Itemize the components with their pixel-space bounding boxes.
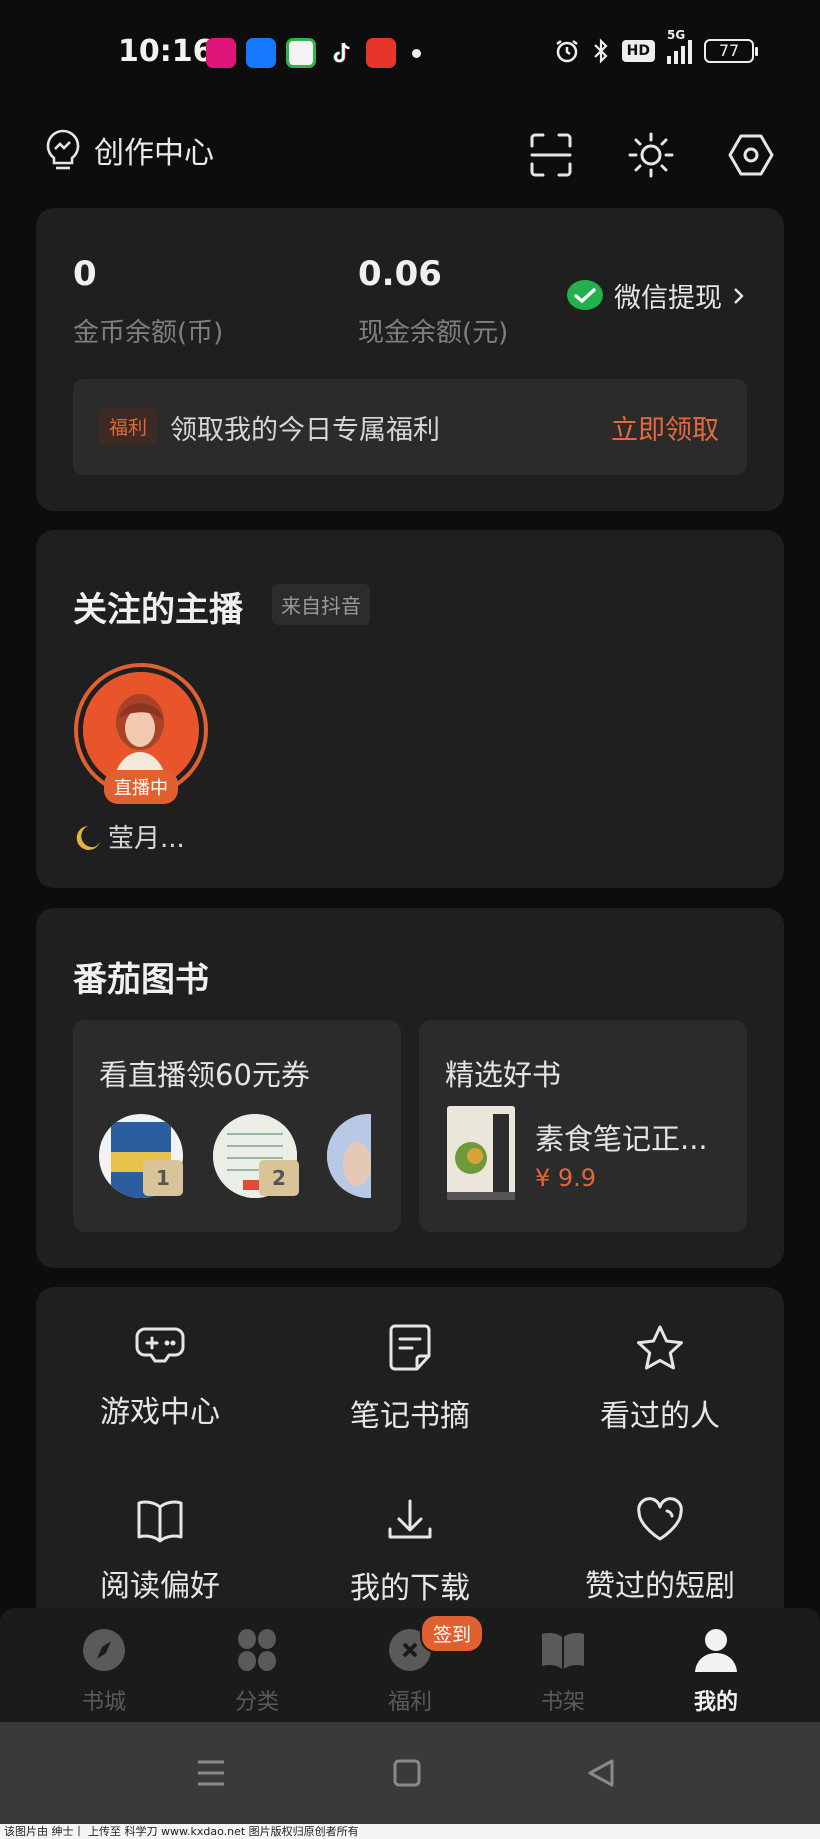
menu-item-reading-preference[interactable]: 阅读偏好 [45, 1497, 275, 1605]
rank-badge-1: 1 [143, 1160, 183, 1196]
nav-tab-mine[interactable]: 我的 [661, 1626, 771, 1716]
book-title: 素食笔记正... [535, 1122, 708, 1156]
nav-tab-bookstore[interactable]: 书城 [49, 1626, 159, 1716]
coin-balance-label: 金币余额(币) [73, 318, 224, 348]
heart-icon [637, 1497, 683, 1541]
settings-icon[interactable] [726, 130, 776, 180]
wechat-withdraw-label: 微信提现 [614, 283, 722, 314]
followed-anchors-title: 关注的主播 [73, 590, 243, 630]
nav-tab-bookshelf[interactable]: 书架 [508, 1626, 618, 1716]
more-notifications-dot [412, 48, 421, 58]
status-bar: 10:16 HD 5G 77 [0, 0, 820, 100]
menu-item-liked-dramas[interactable]: 赞过的短剧 [545, 1497, 775, 1605]
live-coupon-card[interactable]: 看直播领60元券 1 2 [73, 1020, 401, 1232]
alarm-icon [555, 40, 578, 63]
wechat-icon [567, 279, 603, 310]
download-icon [388, 1499, 432, 1539]
battery-indicator: 77 [704, 39, 758, 63]
58-app-icon [286, 38, 316, 68]
benefit-tag: 福利 [99, 408, 158, 445]
featured-books-title: 精选好书 [445, 1058, 562, 1092]
menu-item-downloads[interactable]: 我的下载 [295, 1497, 525, 1607]
menu-icon[interactable] [196, 1758, 226, 1788]
anchor-photo [83, 672, 197, 786]
source-badge: 来自抖音 [272, 584, 370, 625]
notification-icons [206, 38, 421, 68]
category-icon [238, 1629, 276, 1671]
anchor-name[interactable]: 莹月... [74, 818, 185, 855]
benefit-text: 领取我的今日专属福利 [170, 415, 440, 446]
bottom-navigation: 书城 分类 福利 书架 我的 [0, 1608, 820, 1722]
book-cover [447, 1106, 515, 1200]
tiktok-app-icon [326, 38, 356, 68]
menu-item-notes[interactable]: 笔记书摘 [295, 1323, 525, 1435]
lightbulb-icon [46, 129, 80, 170]
system-navigation-bar [0, 1722, 820, 1824]
back-icon[interactable] [586, 1758, 616, 1788]
menu-label: 看过的人 [600, 1399, 720, 1434]
watermark: 该图片由 绅士丨 上传至 科学刀 www.kxdao.net 图片版权归原创者所… [0, 1824, 820, 1839]
compass-icon [83, 1629, 125, 1671]
alipay-app-icon [246, 38, 276, 68]
menu-label: 阅读偏好 [100, 1569, 220, 1604]
system-status-icons: HD 5G 77 [554, 28, 758, 64]
rank-badge-2: 2 [259, 1160, 299, 1196]
menu-label: 游戏中心 [100, 1395, 220, 1430]
daily-benefit-banner[interactable]: 福利 领取我的今日专属福利 立即领取 [73, 379, 747, 475]
followed-anchors-card: 关注的主播 来自抖音 直播中 莹月... [36, 530, 784, 888]
wallet-card: 0 金币余额(币) 0.06 现金余额(元) 微信提现 福利 领取我的今日专属福… [36, 208, 784, 511]
tomato-books-title: 番茄图书 [73, 960, 209, 1000]
top-header: 创作中心 [44, 128, 776, 188]
bookshelf-icon [542, 1633, 584, 1669]
live-coupon-title: 看直播领60元券 [99, 1058, 310, 1092]
creator-center-label: 创作中心 [94, 136, 214, 171]
book-cover-round [327, 1114, 371, 1198]
profile-icon [695, 1629, 737, 1672]
bluetooth-icon [593, 38, 608, 64]
creator-center-button[interactable]: 创作中心 [44, 128, 214, 172]
open-book-icon [137, 1500, 183, 1543]
chevron-right-icon [734, 287, 744, 304]
menu-item-game-center[interactable]: 游戏中心 [45, 1323, 275, 1431]
menu-label: 我的下载 [350, 1571, 470, 1606]
featured-books-card[interactable]: 精选好书 素食笔记正... ¥ 9.9 [419, 1020, 747, 1232]
app-notification-icon [366, 38, 396, 68]
signal-icon: 5G [667, 28, 692, 64]
status-time: 10:16 [118, 34, 214, 69]
sign-in-badge[interactable]: 签到 [420, 1614, 485, 1653]
menu-label: 笔记书摘 [350, 1399, 470, 1434]
cash-balance-label: 现金余额(元) [358, 318, 509, 348]
note-icon [389, 1324, 431, 1371]
pinduoduo-app-icon [206, 38, 236, 68]
cash-balance-value[interactable]: 0.06 [358, 254, 442, 294]
claim-now-button[interactable]: 立即领取 [611, 408, 719, 447]
gamepad-icon [135, 1327, 185, 1363]
home-icon[interactable] [393, 1759, 421, 1787]
live-status-badge: 直播中 [104, 770, 178, 804]
menu-label: 赞过的短剧 [585, 1569, 735, 1604]
scan-icon[interactable] [526, 130, 576, 180]
moon-icon [76, 825, 100, 850]
hd-indicator: HD [621, 40, 655, 62]
theme-sun-icon[interactable] [626, 130, 676, 180]
tomato-books-card: 番茄图书 看直播领60元券 1 2 精选好书 素食笔记正... ¥ 9.9 [36, 908, 784, 1268]
coin-balance-value[interactable]: 0 [73, 254, 97, 294]
book-price: ¥ 9.9 [535, 1164, 597, 1192]
nav-tab-category[interactable]: 分类 [202, 1626, 312, 1716]
star-icon [637, 1325, 683, 1370]
menu-item-visitors[interactable]: 看过的人 [545, 1323, 775, 1435]
wechat-withdraw-button[interactable]: 微信提现 [566, 276, 746, 315]
